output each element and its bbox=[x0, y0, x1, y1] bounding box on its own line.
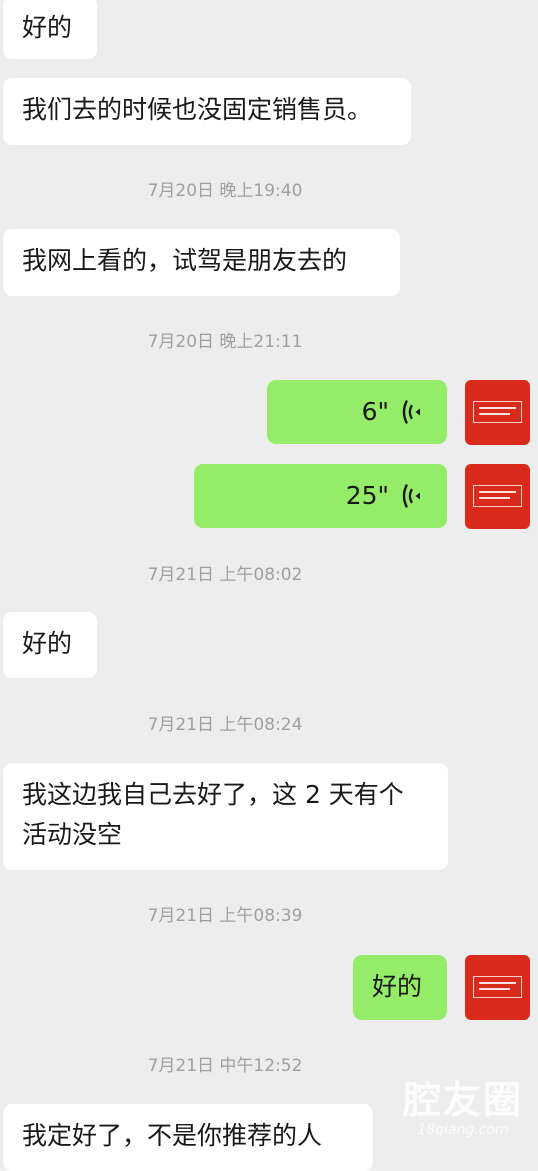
avatar-seal-frame bbox=[473, 976, 522, 998]
avatar-seal-frame bbox=[473, 401, 522, 423]
avatar[interactable] bbox=[465, 955, 530, 1020]
voice-duration: 25" bbox=[345, 481, 389, 510]
avatar-seal-line bbox=[479, 407, 516, 409]
timestamp: 7月21日 上午08:24 bbox=[147, 715, 303, 735]
message-received[interactable]: 好的 bbox=[3, 0, 97, 59]
message-text: 好的 bbox=[372, 972, 423, 1001]
timestamp: 7月20日 晚上19:40 bbox=[147, 181, 303, 201]
message-text: 好的 bbox=[22, 629, 73, 658]
voice-wave-icon bbox=[402, 400, 420, 424]
watermark-url: 18qiang.com bbox=[417, 1122, 509, 1138]
voice-duration: 6" bbox=[361, 397, 389, 426]
watermark: 腔友圈 18qiang.com bbox=[398, 1078, 528, 1138]
avatar-seal-line bbox=[479, 491, 516, 493]
message-text: 好的 bbox=[22, 13, 73, 42]
avatar[interactable] bbox=[465, 380, 530, 445]
avatar-seal-line bbox=[479, 988, 510, 990]
voice-message-sent[interactable]: 6" bbox=[267, 380, 447, 444]
message-text: 我们去的时候也没固定销售员。 bbox=[22, 95, 373, 124]
avatar-seal-line bbox=[479, 982, 516, 984]
timestamp: 7月21日 上午08:39 bbox=[147, 906, 303, 926]
avatar-seal-line bbox=[479, 497, 510, 499]
message-received[interactable]: 我定好了，不是你推荐的人 bbox=[3, 1104, 373, 1171]
message-text-line: 我这边我自己去好了，这 2 天有个 bbox=[22, 780, 404, 809]
timestamp: 7月21日 中午12:52 bbox=[147, 1056, 303, 1076]
message-received[interactable]: 好的 bbox=[3, 612, 97, 678]
voice-message-sent[interactable]: 25" bbox=[194, 464, 447, 528]
message-received[interactable]: 我网上看的，试驾是朋友去的 bbox=[3, 229, 400, 296]
avatar[interactable] bbox=[465, 464, 530, 529]
message-sent[interactable]: 好的 bbox=[353, 955, 447, 1020]
message-text: 我网上看的，试驾是朋友去的 bbox=[22, 246, 348, 275]
watermark-logo-text: 腔友圈 bbox=[402, 1078, 523, 1122]
message-received[interactable]: 我这边我自己去好了，这 2 天有个 活动没空 bbox=[3, 763, 448, 870]
message-text-line: 活动没空 bbox=[22, 820, 123, 849]
avatar-seal-frame bbox=[473, 485, 522, 507]
avatar-seal-line bbox=[479, 413, 510, 415]
voice-wave-icon bbox=[402, 484, 420, 508]
timestamp: 7月20日 晚上21:11 bbox=[147, 332, 303, 352]
message-received[interactable]: 我们去的时候也没固定销售员。 bbox=[3, 78, 411, 145]
timestamp: 7月21日 上午08:02 bbox=[147, 565, 303, 585]
